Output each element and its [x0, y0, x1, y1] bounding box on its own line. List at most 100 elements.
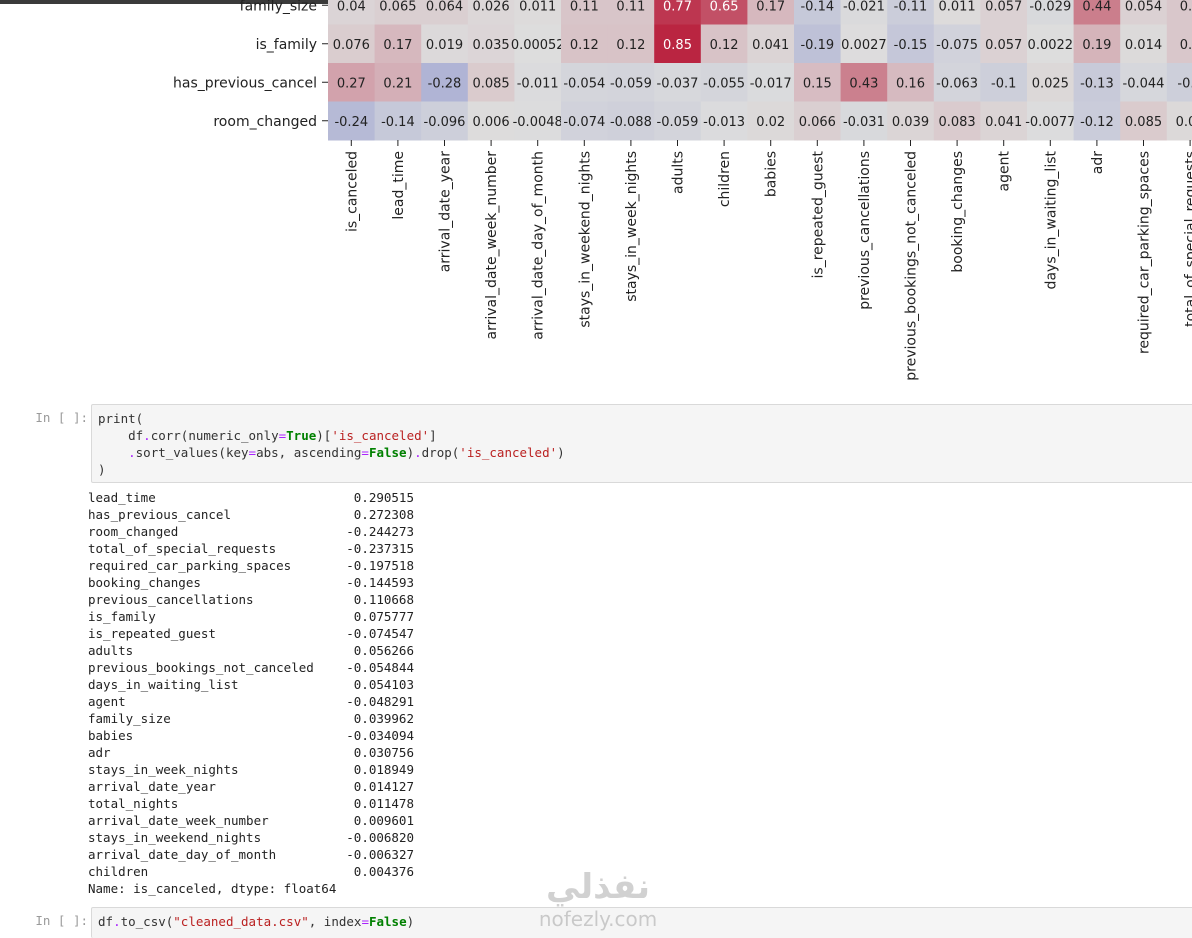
output-row: babies -0.034094	[88, 727, 428, 744]
heatmap-cell-label: 0.039	[892, 115, 929, 130]
output-row: required_car_parking_spaces -0.197518	[88, 557, 428, 574]
heatmap-cell-label: -0.19	[800, 38, 834, 53]
heatmap-cell-label: -0.059	[657, 115, 699, 130]
output-row-value: 0.009601	[353, 813, 414, 828]
heatmap-column-label: previous_cancellations	[857, 151, 873, 310]
output-row-name: is_repeated_guest	[88, 626, 216, 641]
output-row: total_nights 0.011478	[88, 795, 428, 812]
output-row: booking_changes -0.144593	[88, 574, 428, 591]
heatmap-cell-label: -0.088	[610, 115, 652, 130]
output-row: lead_time 0.290515	[88, 489, 428, 506]
watermark-latin-text: nofezly.com	[539, 907, 657, 931]
output-row-name: stays_in_weekend_nights	[88, 830, 262, 845]
heatmap-cell-label: -0.013	[703, 115, 745, 130]
output-row: is_repeated_guest -0.074547	[88, 625, 428, 642]
heatmap-cell-label: 0.12	[570, 38, 599, 53]
code-token: 'is_canceled'	[459, 445, 558, 460]
output-row: agent -0.048291	[88, 693, 428, 710]
output-row: adults 0.056266	[88, 642, 428, 659]
heatmap-cell-label: 0.43	[849, 76, 878, 91]
output-row-name: family_size	[88, 711, 171, 726]
output-row-value: -0.048291	[346, 694, 414, 709]
heatmap-row-label: has_previous_cancel	[173, 75, 317, 91]
output-row-value: 0.018949	[353, 762, 414, 777]
code-token: )	[98, 462, 106, 477]
code-token: True	[286, 428, 317, 443]
output-row-value: -0.054844	[346, 660, 414, 675]
heatmap-cell-label: 0.1	[1180, 38, 1192, 53]
heatmap-cell-label: -0.0077	[1025, 115, 1075, 130]
heatmap-cell-label: -0.011	[517, 76, 559, 91]
heatmap-column-label: previous_bookings_not_canceled	[904, 151, 920, 381]
heatmap-column-label: stays_in_week_nights	[624, 151, 640, 302]
output-row: stays_in_week_nights 0.018949	[88, 761, 428, 778]
output-row-name: days_in_waiting_list	[88, 677, 239, 692]
heatmap-cell-label: 0.21	[383, 76, 412, 91]
heatmap-cell-label: 0.014	[1125, 38, 1162, 53]
code-token: , index	[308, 914, 362, 929]
output-row-value: -0.244273	[346, 524, 414, 539]
output-row-name: booking_changes	[88, 575, 201, 590]
heatmap-cell-label: -0.15	[894, 38, 928, 53]
output-row-name: previous_cancellations	[88, 592, 254, 607]
heatmap-column-label: arrival_date_day_of_month	[531, 151, 547, 340]
code-token: "cleaned_data.csv"	[173, 914, 309, 929]
heatmap-column-label: adults	[671, 151, 687, 194]
heatmap-cell-label: -0.059	[610, 76, 652, 91]
output-row-name: required_car_parking_spaces	[88, 558, 292, 573]
output-row-name: total_of_special_requests	[88, 541, 277, 556]
heatmap-cell-label: 0.12	[616, 38, 645, 53]
code-token: .	[414, 445, 422, 460]
heatmap-column-label: booking_changes	[950, 151, 966, 273]
heatmap-cell-label: 0.085	[1125, 115, 1162, 130]
heatmap-row-label: is_family	[256, 37, 317, 53]
code-cell-input[interactable]: print( df.corr(numeric_only=True)['is_ca…	[91, 404, 1192, 483]
code-token: .	[128, 445, 136, 460]
heatmap-cell-label: 0.041	[985, 115, 1022, 130]
heatmap-cell-label: -0.044	[1123, 76, 1165, 91]
code-token: abs, ascending	[256, 445, 362, 460]
heatmap-cell-label: 0.041	[752, 38, 789, 53]
heatmap-column-label: arrival_date_week_number	[484, 151, 500, 340]
code-token: sort_values(key	[135, 445, 249, 460]
code-token: .	[143, 428, 151, 443]
code-token: )	[406, 914, 415, 929]
code-token: ]	[429, 428, 437, 443]
output-row-name: is_family	[88, 609, 156, 624]
heatmap-cell-label: -0.11	[894, 0, 928, 14]
heatmap-cell-label: 0.04	[337, 0, 366, 14]
output-row: has_previous_cancel 0.272308	[88, 506, 428, 523]
output-row: arrival_date_week_number 0.009601	[88, 812, 428, 829]
heatmap-cell-label: 0.057	[985, 0, 1022, 14]
watermark-arabic-text: نفذلي	[546, 867, 650, 907]
code-token: corr(numeric_only	[150, 428, 279, 443]
cell-output: lead_time 0.290515 has_previous_cancel 0.27…	[88, 489, 428, 897]
heatmap-row-label: room_changed	[213, 114, 317, 130]
code-token: (	[135, 411, 144, 426]
output-row: adr 0.030756	[88, 744, 428, 761]
heatmap-cell-label: 0.11	[570, 0, 599, 14]
heatmap-column-label: lead_time	[391, 151, 407, 220]
heatmap-column-label: is_repeated_guest	[810, 151, 826, 279]
heatmap-cell-label: -0.14	[381, 115, 415, 130]
heatmap-cell-label: 0.77	[663, 0, 692, 14]
output-row-value: 0.110668	[353, 592, 414, 607]
heatmap-cell-label: 0.019	[426, 38, 463, 53]
output-row-value: 0.030756	[353, 745, 414, 760]
code-token: drop(	[421, 445, 460, 460]
code-token: False	[368, 914, 407, 929]
heatmap-cell-label: 0.16	[896, 76, 925, 91]
output-row: family_size 0.039962	[88, 710, 428, 727]
output-row-value: 0.004376	[353, 864, 414, 879]
heatmap-column-label: babies	[764, 151, 780, 197]
code-token: )	[406, 445, 415, 460]
heatmap-cell-label: -0.1	[991, 76, 1016, 91]
heatmap-cell-label: 0.054	[1125, 0, 1162, 14]
correlation-heatmap: 0.04 0.065 0.064 0.026 0.011 0.11 0.11 0.77 0.65…	[173, 0, 1192, 381]
heatmap-column-label: days_in_waiting_list	[1043, 150, 1059, 289]
output-row: previous_cancellations 0.110668	[88, 591, 428, 608]
heatmap-column-label: adr	[1090, 151, 1106, 174]
code-token: False	[368, 445, 407, 460]
heatmap-cell-label: 0.44	[1082, 0, 1111, 14]
heatmap-cell-label: 0.066	[799, 115, 836, 130]
